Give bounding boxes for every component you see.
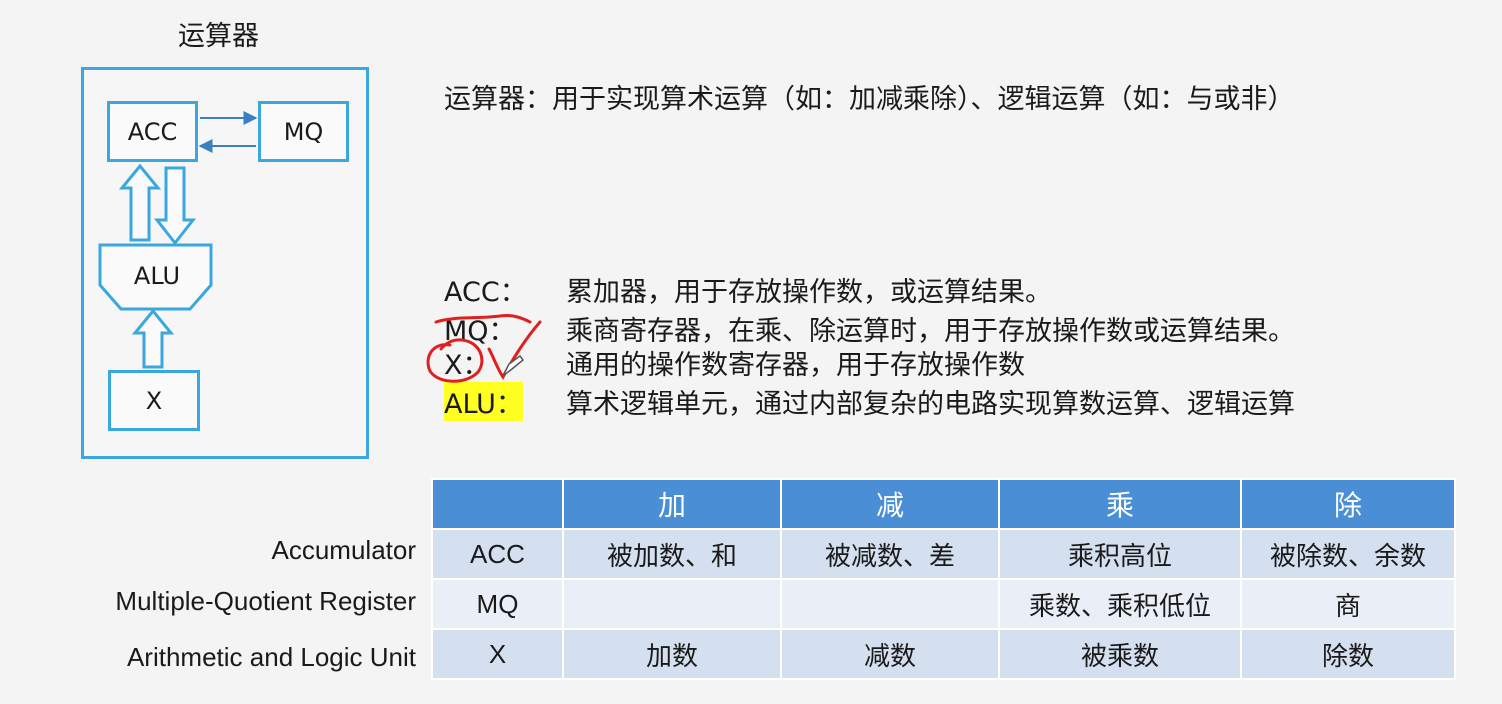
table-row: ACC 被加数、和 被减数、差 乘积高位 被除数、余数: [431, 528, 1456, 580]
table-cell: 被除数、余数: [1240, 528, 1456, 580]
table-cell: MQ: [431, 578, 564, 630]
definition-x: 通用的操作数寄存器，用于存放操作数: [566, 350, 1025, 381]
table-cell: [562, 578, 782, 630]
row-label-alu: Arithmetic and Logic Unit: [126, 642, 416, 672]
table-cell: 被加数、和: [562, 528, 782, 580]
operand-table: 加 减 乘 除 ACC 被加数、和 被减数、差 乘积高位 被除数、余数 MQ 乘…: [431, 478, 1456, 680]
definition-alu: 算术逻辑单元，通过内部复杂的电路实现算数运算、逻辑运算: [566, 389, 1295, 420]
table-cell: 被乘数: [998, 628, 1242, 680]
row-label-accumulator: Accumulator: [271, 535, 417, 565]
table-cell: ACC: [431, 528, 564, 580]
table-header-row: 加 减 乘 除: [431, 478, 1456, 530]
term-x: X：: [444, 350, 490, 381]
table-cell: X: [431, 628, 564, 680]
table-cell: 商: [1240, 578, 1456, 630]
header-add: 加: [562, 478, 782, 530]
row-label-mq-register: Multiple-Quotient Register: [115, 586, 416, 616]
table-cell: 减数: [780, 628, 1000, 680]
table-cell: 乘数、乘积低位: [998, 578, 1242, 630]
acc-register-box: ACC: [107, 101, 198, 162]
header-multiply: 乘: [998, 478, 1242, 530]
table-cell: 除数: [1240, 628, 1456, 680]
diagram-title: 运算器: [178, 21, 259, 52]
table-cell: 被减数、差: [780, 528, 1000, 580]
table-row: X 加数 减数 被乘数 除数: [431, 628, 1456, 680]
term-alu: ALU：: [444, 382, 523, 421]
term-acc: ACC：: [444, 277, 527, 308]
x-register-box: X: [108, 370, 200, 431]
header-divide: 除: [1240, 478, 1456, 530]
alu-label: ALU: [133, 262, 181, 290]
header-empty: [431, 478, 564, 530]
intro-text: 运算器：用于实现算术运算（如：加减乘除）、逻辑运算（如：与或非）: [444, 84, 1295, 115]
table-row: MQ 乘数、乘积低位 商: [431, 578, 1456, 630]
table-cell: [780, 578, 1000, 630]
table-cell: 乘积高位: [998, 528, 1242, 580]
mq-register-box: MQ: [258, 101, 349, 162]
definition-acc: 累加器，用于存放操作数，或运算结果。: [566, 277, 1052, 308]
header-subtract: 减: [780, 478, 1000, 530]
table-cell: 加数: [562, 628, 782, 680]
pen-cursor-icon: [502, 354, 525, 377]
